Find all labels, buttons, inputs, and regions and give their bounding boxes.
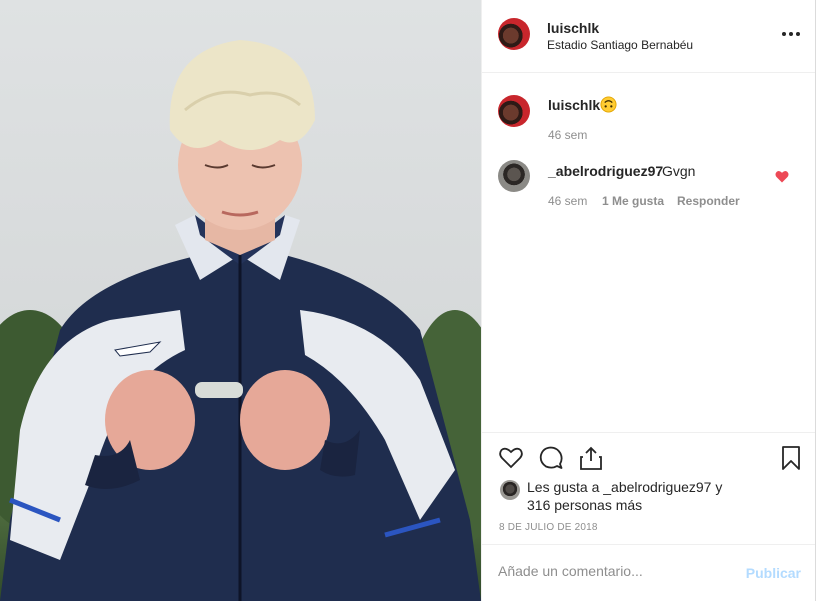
photo-illustration <box>0 40 481 601</box>
post-date[interactable]: 8 DE JULIO DE 2018 <box>499 522 598 533</box>
post-header: luischlk Estadio Santiago Bernabéu <box>482 0 815 73</box>
caption-username[interactable]: luischlk <box>548 97 600 113</box>
comment-input[interactable] <box>498 563 728 579</box>
publish-button[interactable]: Publicar <box>746 565 801 581</box>
author-avatar[interactable] <box>498 18 530 50</box>
comment-time[interactable]: 46 sem <box>548 194 587 208</box>
likes-summary[interactable]: Les gusta a _abelrodriguez97 y <box>527 479 722 495</box>
add-comment-bar: Publicar <box>482 544 815 602</box>
share-icon[interactable] <box>578 445 604 471</box>
commenter-username[interactable]: _abelrodriguez97 <box>548 163 663 179</box>
comment-likes[interactable]: 1 Me gusta <box>602 194 664 208</box>
more-icon[interactable] <box>781 27 801 41</box>
like-icon[interactable] <box>498 445 524 471</box>
upside-down-face-emoji-icon <box>600 96 617 113</box>
post-location[interactable]: Estadio Santiago Bernabéu <box>547 38 693 52</box>
post-photo[interactable] <box>0 0 481 601</box>
likes-count[interactable]: 316 personas más <box>527 497 642 513</box>
caption-time[interactable]: 46 sem <box>548 128 587 142</box>
reply-button[interactable]: Responder <box>677 194 740 208</box>
save-icon[interactable] <box>778 445 804 471</box>
comment-icon[interactable] <box>538 445 564 471</box>
heart-icon[interactable] <box>775 170 789 183</box>
comment-text: Gvgn <box>662 163 696 179</box>
commenter-avatar[interactable] <box>498 160 530 192</box>
post-detail-panel: luischlk Estadio Santiago Bernabéu luisc… <box>481 0 816 601</box>
author-username[interactable]: luischlk <box>547 20 599 36</box>
caption-avatar[interactable] <box>498 95 530 127</box>
liker-avatar[interactable] <box>500 480 520 500</box>
